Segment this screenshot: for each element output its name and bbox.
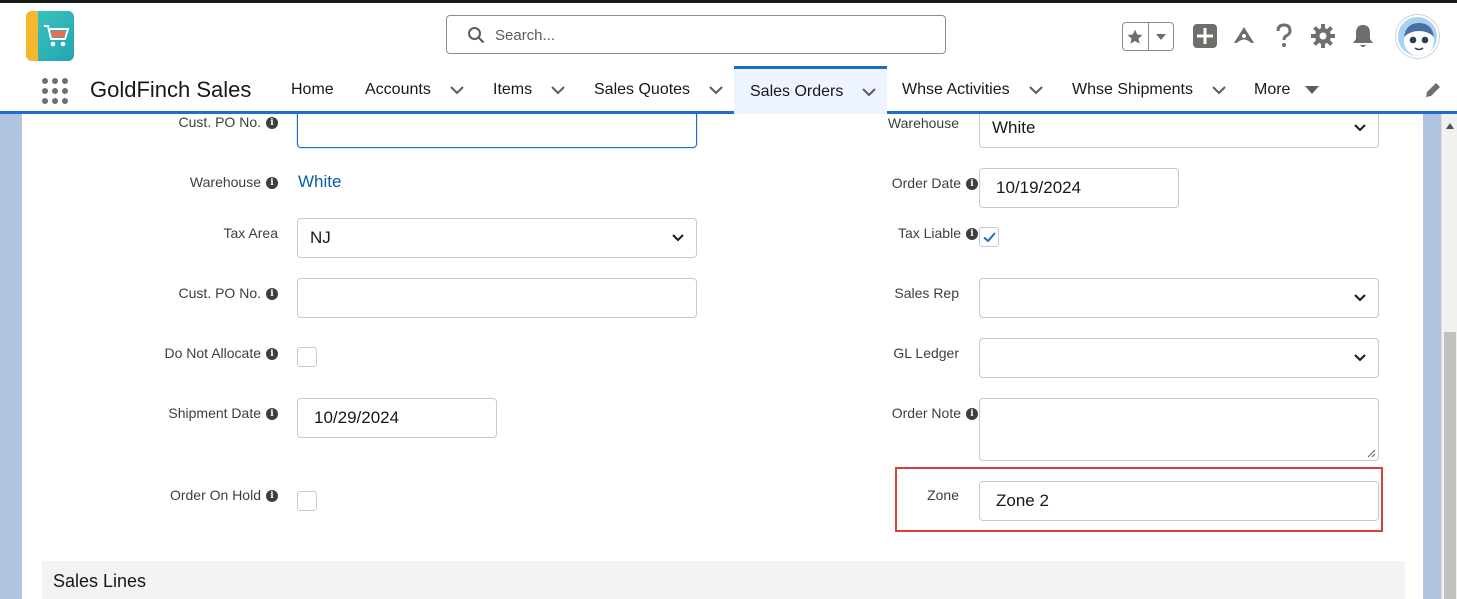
notifications-button[interactable] xyxy=(1350,23,1376,49)
setup-button[interactable] xyxy=(1310,23,1336,49)
search-icon xyxy=(468,27,485,44)
chevron-down-icon xyxy=(1354,354,1366,362)
info-icon[interactable]: i xyxy=(966,178,978,190)
cust-po-input[interactable] xyxy=(297,278,697,318)
info-icon[interactable]: i xyxy=(966,228,978,240)
checkmark-icon xyxy=(983,232,996,243)
info-icon[interactable]: i xyxy=(966,408,978,420)
tab-label: Sales Orders xyxy=(750,82,844,100)
goldfinch-logo-icon[interactable] xyxy=(26,11,74,61)
order-on-hold-checkbox[interactable] xyxy=(297,491,317,511)
cart-icon xyxy=(44,25,70,47)
trailhead-icon xyxy=(1234,27,1254,43)
help-button[interactable] xyxy=(1271,23,1297,49)
caret-down-icon xyxy=(1305,86,1320,94)
setup-gear-icon xyxy=(1311,24,1335,48)
chevron-down-icon[interactable] xyxy=(1028,85,1044,95)
app-launcher-icon[interactable] xyxy=(42,78,68,104)
zone-input[interactable]: Zone 2 xyxy=(979,481,1379,521)
do-not-allocate-checkbox[interactable] xyxy=(297,347,317,367)
order-note-textarea[interactable] xyxy=(979,398,1379,461)
favorites-group xyxy=(1122,22,1174,51)
favorites-menu-button[interactable] xyxy=(1147,23,1173,50)
favorites-star-button[interactable] xyxy=(1123,23,1148,50)
trailhead-button[interactable] xyxy=(1231,23,1257,49)
field-label-zone: Zone xyxy=(927,487,959,503)
tab-whse-activities[interactable]: Whse Activities xyxy=(902,66,1044,114)
field-label-shipment-date: Shipment Date i xyxy=(168,405,278,421)
order-date-input[interactable]: 10/19/2024 xyxy=(979,168,1179,208)
app-navigation: GoldFinch Sales Home Accounts Items Sale… xyxy=(0,66,1457,114)
tab-whse-shipments[interactable]: Whse Shipments xyxy=(1072,66,1227,114)
field-label-warehouse: Warehouse i xyxy=(190,174,278,190)
info-icon[interactable]: i xyxy=(266,177,278,189)
edit-nav-pencil-icon[interactable] xyxy=(1423,80,1443,100)
page-scrollbar[interactable] xyxy=(1441,114,1457,599)
star-icon xyxy=(1127,29,1143,44)
tab-sales-quotes[interactable]: Sales Quotes xyxy=(594,66,724,114)
field-label-cust-po-top: Cust. PO No. i xyxy=(179,114,278,130)
chevron-down-icon xyxy=(1354,294,1366,302)
field-label-cust-po: Cust. PO No. i xyxy=(179,285,278,301)
plus-icon xyxy=(1193,24,1217,48)
chevron-down-icon[interactable] xyxy=(449,85,465,95)
chevron-down-icon xyxy=(1155,33,1166,40)
info-icon[interactable]: i xyxy=(266,490,278,502)
field-label-tax-area: Tax Area xyxy=(223,225,278,241)
chevron-down-icon[interactable] xyxy=(1211,85,1227,95)
tab-label: Items xyxy=(493,81,533,98)
gl-ledger-select[interactable] xyxy=(979,338,1379,378)
resize-handle-icon[interactable] xyxy=(1366,448,1376,458)
info-icon[interactable]: i xyxy=(266,408,278,420)
field-label-sales-rep: Sales Rep xyxy=(894,285,959,301)
tab-label: More xyxy=(1254,81,1291,98)
warehouse-select[interactable]: White xyxy=(979,114,1379,148)
tab-label: Home xyxy=(291,81,334,98)
field-label-order-on-hold: Order On Hold i xyxy=(170,487,278,503)
chevron-down-icon[interactable] xyxy=(550,85,566,95)
field-label-warehouse-right: Warehouse xyxy=(887,115,959,131)
tab-label: Accounts xyxy=(365,81,431,98)
tax-liable-checkbox[interactable] xyxy=(979,227,999,247)
tab-sales-orders[interactable]: Sales Orders xyxy=(734,66,887,114)
warehouse-link[interactable]: White xyxy=(298,172,341,192)
tab-label: Sales Quotes xyxy=(594,81,691,98)
field-label-gl-ledger: GL Ledger xyxy=(893,345,959,361)
section-title: Sales Lines xyxy=(53,571,147,591)
field-label-tax-liable: Tax Liable i xyxy=(898,225,978,241)
scroll-up-arrow-icon[interactable] xyxy=(1446,122,1454,130)
chevron-down-icon xyxy=(672,234,684,242)
sales-lines-section-header[interactable]: Sales Lines xyxy=(42,561,1405,599)
tab-accounts[interactable]: Accounts xyxy=(365,66,465,114)
tab-more[interactable]: More xyxy=(1254,66,1320,114)
chevron-down-icon[interactable] xyxy=(861,87,877,97)
chevron-down-icon xyxy=(1354,124,1366,132)
scrollbar-thumb[interactable] xyxy=(1444,332,1456,599)
info-icon[interactable]: i xyxy=(266,348,278,360)
chevron-down-icon[interactable] xyxy=(708,85,724,95)
global-actions-button[interactable] xyxy=(1192,23,1218,49)
tab-label: Whse Activities xyxy=(902,81,1010,98)
tab-home[interactable]: Home xyxy=(291,66,334,114)
astro-avatar-icon xyxy=(1404,23,1434,56)
cust-po-top-input[interactable] xyxy=(297,114,697,148)
search-input[interactable] xyxy=(495,24,925,46)
tab-label: Whse Shipments xyxy=(1072,81,1193,98)
info-icon[interactable]: i xyxy=(266,117,278,129)
help-icon xyxy=(1276,23,1292,47)
tab-items[interactable]: Items xyxy=(493,66,566,114)
sales-order-form: Cust. PO No. i Warehouse i White Tax Area … xyxy=(22,114,1423,599)
notification-bell-icon xyxy=(1353,25,1373,47)
sales-rep-select[interactable] xyxy=(979,278,1379,318)
global-search[interactable] xyxy=(446,15,946,54)
global-header xyxy=(0,0,1457,66)
shipment-date-input[interactable]: 10/29/2024 xyxy=(297,398,497,438)
field-label-do-not-allocate: Do Not Allocate i xyxy=(165,345,278,361)
app-name: GoldFinch Sales xyxy=(90,77,252,102)
info-icon[interactable]: i xyxy=(266,288,278,300)
field-label-order-date: Order Date i xyxy=(892,175,978,191)
tax-area-select[interactable]: NJ xyxy=(297,218,697,258)
user-avatar[interactable] xyxy=(1396,15,1439,58)
field-label-order-note: Order Note i xyxy=(892,405,978,421)
